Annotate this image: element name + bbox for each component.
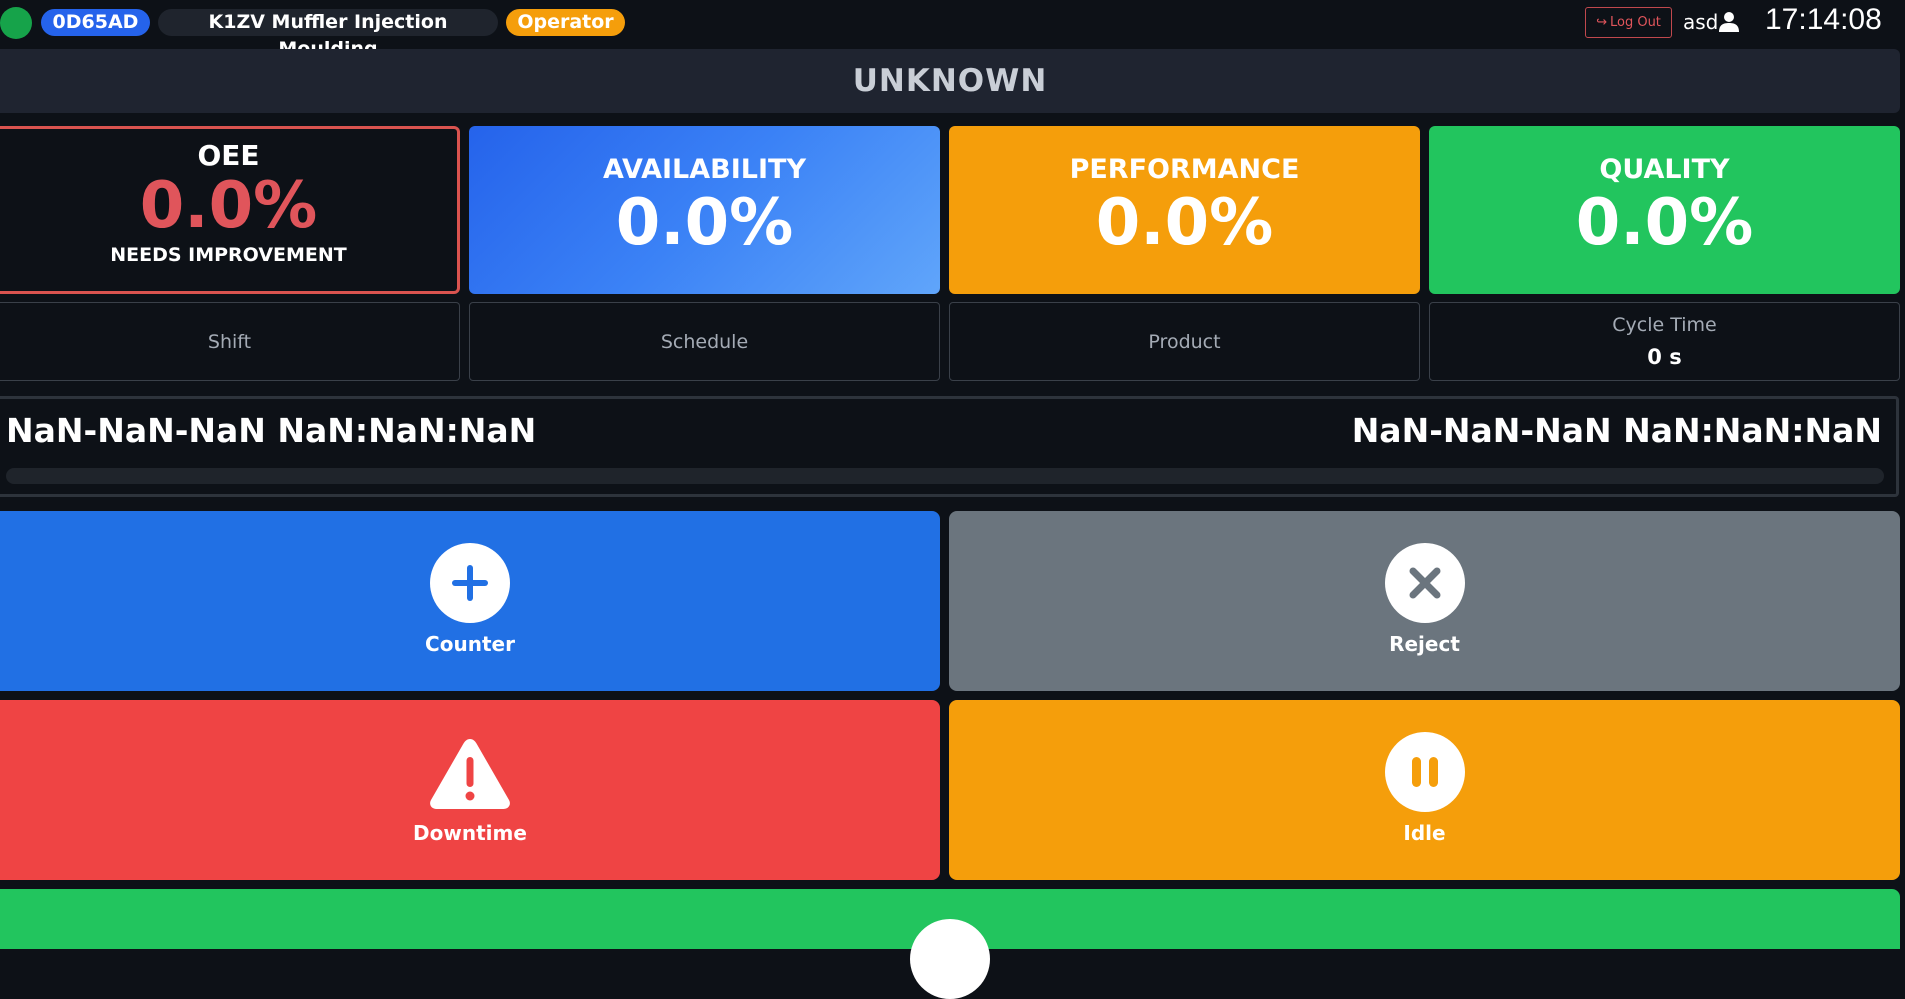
logout-icon: ↪ bbox=[1596, 15, 1607, 30]
timeline-start: NaN-NaN-NaN NaN:NaN:NaN bbox=[6, 411, 537, 450]
shift-box: Shift bbox=[0, 302, 460, 381]
warning-icon bbox=[430, 739, 510, 809]
idle-label: Idle bbox=[1403, 821, 1446, 845]
reject-button[interactable]: Reject bbox=[949, 511, 1900, 691]
logout-label: Log Out bbox=[1609, 15, 1661, 30]
machine-status-banner: UNKNOWN bbox=[0, 49, 1900, 113]
cycle-time-value: 0 s bbox=[1647, 345, 1682, 369]
reject-label: Reject bbox=[1389, 632, 1460, 656]
counter-label: Counter bbox=[425, 632, 515, 656]
performance-label: PERFORMANCE bbox=[1069, 154, 1300, 185]
oee-rating: NEEDS IMPROVEMENT bbox=[110, 244, 347, 266]
schedule-label: Schedule bbox=[660, 331, 749, 353]
quality-label: QUALITY bbox=[1599, 154, 1730, 185]
availability-label: AVAILABILITY bbox=[602, 154, 806, 185]
availability-card: AVAILABILITY 0.0% bbox=[469, 126, 940, 294]
quality-card: QUALITY 0.0% bbox=[1429, 126, 1900, 294]
run-button[interactable] bbox=[0, 889, 1900, 999]
timeline-progress-track bbox=[6, 468, 1884, 484]
quality-value: 0.0% bbox=[1575, 186, 1754, 260]
logout-button[interactable]: ↪ Log Out bbox=[1585, 7, 1672, 38]
availability-value: 0.0% bbox=[615, 186, 794, 260]
downtime-button[interactable]: Downtime bbox=[0, 700, 940, 880]
oee-card: OEE 0.0% NEEDS IMPROVEMENT bbox=[0, 126, 460, 294]
downtime-label: Downtime bbox=[413, 821, 527, 845]
username: asd bbox=[1683, 10, 1719, 34]
plus-icon bbox=[430, 543, 510, 623]
oee-label: OEE bbox=[197, 139, 260, 172]
timeline-end: NaN-NaN-NaN NaN:NaN:NaN bbox=[1351, 411, 1882, 450]
counter-button[interactable]: Counter bbox=[0, 511, 940, 691]
product-box: Product bbox=[949, 302, 1420, 381]
idle-button[interactable]: Idle bbox=[949, 700, 1900, 880]
shift-label: Shift bbox=[207, 331, 252, 353]
timeline-panel: NaN-NaN-NaN NaN:NaN:NaN NaN-NaN-NaN NaN:… bbox=[0, 396, 1899, 497]
cycle-time-label: Cycle Time bbox=[1612, 314, 1717, 336]
role-badge: Operator bbox=[506, 9, 625, 36]
status-indicator-dot bbox=[0, 7, 32, 39]
performance-value: 0.0% bbox=[1095, 186, 1274, 260]
schedule-box: Schedule bbox=[469, 302, 940, 381]
x-icon bbox=[1384, 543, 1465, 623]
machine-name-badge: K1ZV Muffler Injection Moulding bbox=[158, 9, 498, 60]
performance-card: PERFORMANCE 0.0% bbox=[949, 126, 1420, 294]
machine-id-badge: 0D65AD bbox=[41, 9, 150, 36]
cycle-time-box: Cycle Time 0 s bbox=[1429, 302, 1900, 381]
oee-value: 0.0% bbox=[139, 169, 318, 243]
top-bar: 0D65AD K1ZV Muffler Injection Moulding O… bbox=[0, 0, 1905, 60]
circle-icon bbox=[910, 919, 990, 999]
user-icon[interactable] bbox=[1718, 11, 1740, 33]
clock: 17:14:08 bbox=[1765, 3, 1882, 36]
pause-icon bbox=[1384, 732, 1465, 812]
product-label: Product bbox=[1148, 331, 1221, 353]
